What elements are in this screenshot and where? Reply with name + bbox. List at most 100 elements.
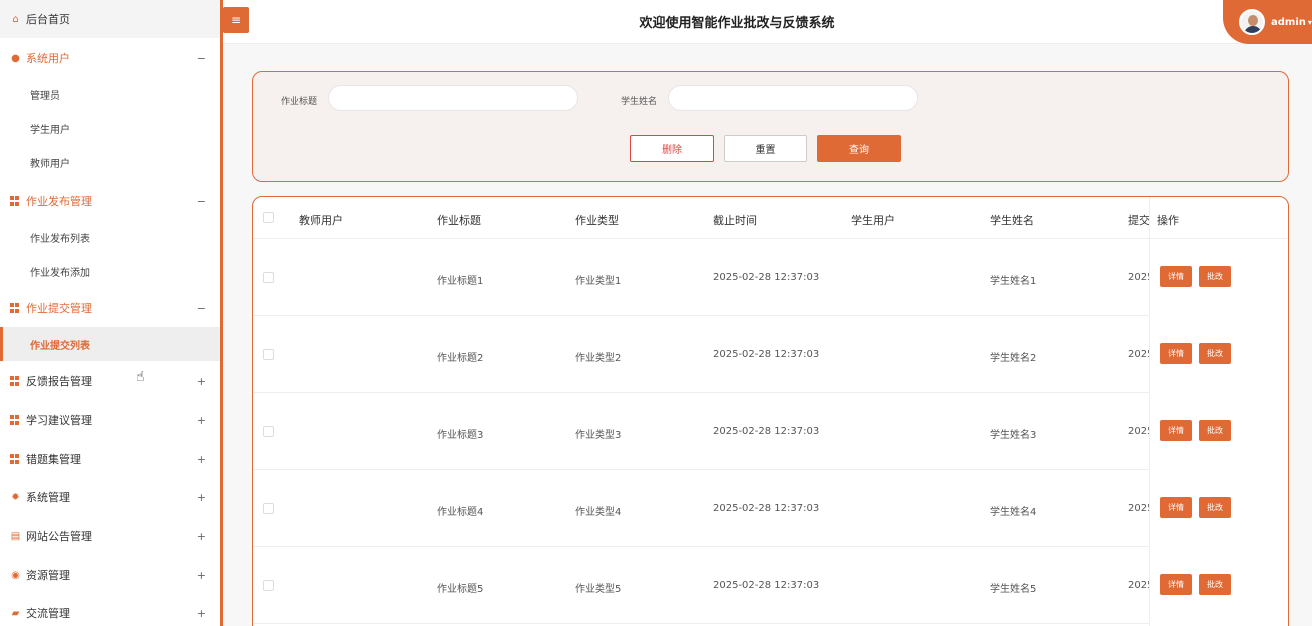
user-circle-icon: ● <box>11 52 20 64</box>
collapse-icon[interactable]: − <box>197 302 206 315</box>
detail-button[interactable]: 详情 <box>1160 497 1192 518</box>
grade-button[interactable]: 批改 <box>1199 266 1231 287</box>
top-header: ≡ 欢迎使用智能作业批改与反馈系统 admin ▾ <box>223 0 1312 44</box>
table-header: 教师用户 作业标题 作业类型 截止时间 学生用户 学生姓名 提交 操作 <box>253 197 1288 239</box>
chevron-down-icon: ▾ <box>1307 17 1312 27</box>
collapse-icon[interactable]: − <box>197 52 206 65</box>
sidebar-item-homework-submit[interactable]: 作业提交管理 − <box>0 289 220 327</box>
table-row: 作业标题1 作业类型1 2025-02-28 12:37:03 学生姓名1 20… <box>253 239 1288 316</box>
sidebar-item-label: 系统管理 <box>26 491 70 504</box>
expand-icon[interactable]: + <box>197 375 206 388</box>
grid-icon <box>10 375 21 387</box>
grade-button[interactable]: 批改 <box>1199 343 1231 364</box>
detail-button[interactable]: 详情 <box>1160 420 1192 441</box>
deadline-cell: 2025-02-28 12:37:03 <box>713 272 820 283</box>
expand-icon[interactable]: + <box>197 530 206 543</box>
student-name-cell: 学生姓名4 <box>990 507 1037 518</box>
student-name-cell: 学生姓名1 <box>990 276 1037 287</box>
sidebar-item-label: 学习建议管理 <box>26 414 92 427</box>
grade-button[interactable]: 批改 <box>1199 497 1231 518</box>
title-cell: 作业标题4 <box>437 507 484 518</box>
avatar <box>1239 9 1265 35</box>
deadline-cell: 2025-02-28 12:37:03 <box>713 426 820 437</box>
sidebar-divider <box>220 0 223 626</box>
grade-button[interactable]: 批改 <box>1199 574 1231 595</box>
sidebar-subitem-student-users[interactable]: 学生用户 <box>0 111 220 145</box>
row-checkbox[interactable] <box>263 503 274 514</box>
student-name-cell: 学生姓名3 <box>990 430 1037 441</box>
sidebar-item-feedback-report[interactable]: 反馈报告管理 + <box>0 362 220 400</box>
delete-button[interactable]: 删除 <box>630 135 714 162</box>
grid-icon <box>10 414 21 426</box>
student-name-cell: 学生姓名5 <box>990 584 1037 595</box>
sidebar-subitem-teacher-users[interactable]: 教师用户 <box>0 145 220 179</box>
sidebar-subitem-label: 管理员 <box>30 90 60 102</box>
row-checkbox[interactable] <box>263 580 274 591</box>
sidebar-subitem-admin[interactable]: 管理员 <box>0 77 220 111</box>
query-button[interactable]: 查询 <box>817 135 901 162</box>
sidebar-subitem-label: 作业提交列表 <box>30 340 90 352</box>
operation-cell: 详情 批改 <box>1149 547 1288 624</box>
expand-icon[interactable]: + <box>197 607 206 620</box>
sidebar-item-homework-publish[interactable]: 作业发布管理 − <box>0 182 220 220</box>
expand-icon[interactable]: + <box>197 414 206 427</box>
grade-button[interactable]: 批改 <box>1199 420 1231 441</box>
sidebar-item-announcement[interactable]: ▤ 网站公告管理 + <box>0 517 220 555</box>
detail-button[interactable]: 详情 <box>1160 266 1192 287</box>
type-cell: 作业类型2 <box>575 353 622 364</box>
type-cell: 作业类型4 <box>575 507 622 518</box>
collapse-icon[interactable]: − <box>197 195 206 208</box>
sidebar-item-study-advice[interactable]: 学习建议管理 + <box>0 401 220 439</box>
row-checkbox[interactable] <box>263 349 274 360</box>
type-cell: 作业类型3 <box>575 430 622 441</box>
sidebar-subitem-publish-list[interactable]: 作业发布列表 <box>0 220 220 254</box>
select-all-checkbox[interactable] <box>263 212 274 223</box>
sidebar-subitem-publish-add[interactable]: 作业发布添加 <box>0 254 220 288</box>
student-name-cell: 学生姓名2 <box>990 353 1037 364</box>
operation-cell: 详情 批改 <box>1149 470 1288 547</box>
detail-button[interactable]: 详情 <box>1160 574 1192 595</box>
sidebar-subitem-label: 学生用户 <box>30 124 70 136</box>
column-header: 学生用户 <box>851 214 895 227</box>
user-menu[interactable]: admin ▾ <box>1223 0 1312 44</box>
column-header: 教师用户 <box>299 214 343 227</box>
sidebar-item-home[interactable]: ⌂ 后台首页 <box>0 0 220 38</box>
sidebar-item-mistake-set[interactable]: 错题集管理 + <box>0 440 220 478</box>
deadline-cell: 2025-02-28 12:37:03 <box>713 580 820 591</box>
reset-button[interactable]: 重置 <box>724 135 807 162</box>
operation-cell: 详情 批改 <box>1149 239 1288 316</box>
type-cell: 作业类型1 <box>575 276 622 287</box>
deadline-cell: 2025-02-28 12:37:03 <box>713 349 820 360</box>
document-icon: ▤ <box>10 530 21 542</box>
grid-icon <box>10 195 21 207</box>
row-checkbox[interactable] <box>263 426 274 437</box>
type-cell: 作业类型5 <box>575 584 622 595</box>
row-checkbox[interactable] <box>263 272 274 283</box>
table-row: 作业标题4 作业类型4 2025-02-28 12:37:03 学生姓名4 20… <box>253 470 1288 547</box>
sidebar-item-communication[interactable]: ▰ 交流管理 + <box>0 594 220 626</box>
expand-icon[interactable]: + <box>197 569 206 582</box>
student-search-input[interactable] <box>668 85 918 111</box>
operation-cell: 详情 批改 <box>1149 393 1288 470</box>
grid-icon <box>10 453 21 465</box>
sidebar-item-label: 网站公告管理 <box>26 530 92 543</box>
table-row: 作业标题3 作业类型3 2025-02-28 12:37:03 学生姓名3 20… <box>253 393 1288 470</box>
sidebar-subitem-submit-list[interactable]: 作业提交列表 <box>0 327 220 361</box>
sidebar-item-label: 反馈报告管理 <box>26 375 92 388</box>
home-icon: ⌂ <box>12 13 19 25</box>
sidebar-item-resources[interactable]: ◉ 资源管理 + <box>0 556 220 594</box>
hand-cursor-icon: ☝ <box>136 369 145 385</box>
column-header: 截止时间 <box>713 214 757 227</box>
sidebar-item-system-manage[interactable]: ✹ 系统管理 + <box>0 478 220 516</box>
grid-icon <box>10 302 21 314</box>
sidebar-item-label: 系统用户 <box>26 52 70 65</box>
sidebar-item-system-users[interactable]: ● 系统用户 − <box>0 39 220 77</box>
expand-icon[interactable]: + <box>197 491 206 504</box>
detail-button[interactable]: 详情 <box>1160 343 1192 364</box>
column-header: 提交 <box>1128 214 1150 227</box>
sidebar-subitem-label: 教师用户 <box>30 158 70 170</box>
sidebar-item-label: 交流管理 <box>26 607 70 620</box>
title-search-input[interactable] <box>328 85 578 111</box>
expand-icon[interactable]: + <box>197 453 206 466</box>
page-title: 欢迎使用智能作业批改与反馈系统 <box>639 16 835 31</box>
